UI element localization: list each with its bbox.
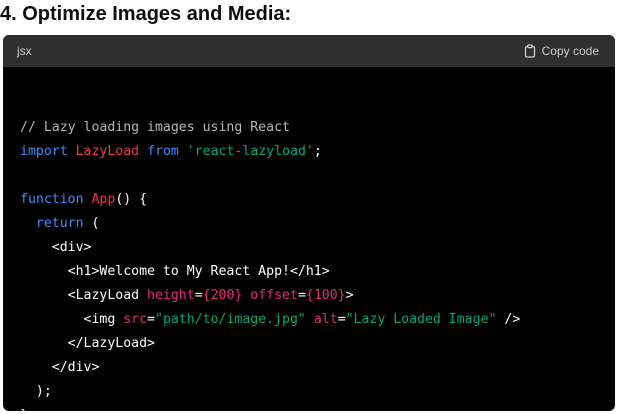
copy-code-label: Copy code [541,44,599,58]
code-line: <img src="path/to/image.jpg" alt="Lazy L… [20,308,615,332]
section-heading: 4. Optimize Images and Media: [0,3,292,25]
clipboard-icon [523,44,537,58]
code-content: // Lazy loading images using React import… [3,67,615,411]
code-block: jsx Copy code // Lazy loading images usi… [3,35,615,411]
code-token-comment: // Lazy loading images using React [20,120,290,135]
code-line: </div> [20,356,615,380]
code-token-keyword: function [20,192,84,207]
code-token-string: "path/to/image.jpg" [155,312,306,327]
code-token-plain: } [20,408,28,411]
code-token-plain: > [345,288,354,303]
code-token-plain: = [194,288,203,303]
code-token-plain: = [337,312,346,327]
code-block-header: jsx Copy code [3,35,615,67]
code-token-name: App [91,192,116,207]
code-line: <div> [20,236,615,260]
code-line: </LazyLoad> [20,332,615,356]
code-line: return ( [20,212,615,236]
code-token-plain: </div> [20,360,100,375]
code-token-keyword: return [35,216,84,231]
code-token-plain: = [147,312,155,327]
code-token-plain: ; [313,144,322,159]
code-token-attr: src [123,312,148,327]
copy-code-button[interactable]: Copy code [523,44,599,58]
code-token-plain: ); [20,384,52,399]
code-line: } [20,404,615,411]
code-token-string: "Lazy Loaded Image" [345,312,497,327]
code-token-plain: () { [115,192,148,207]
code-line: <LazyLoad height={200} offset={100}> [20,284,615,308]
code-token-plain: <h1>Welcome to My React App!</h1> [20,264,330,279]
code-language-label: jsx [17,44,32,58]
code-token-plain: </LazyLoad> [20,336,155,351]
code-token-plain: = [297,288,306,303]
code-token-attr: {100} [305,288,346,303]
code-line: import LazyLoad from 'react-lazyload'; [20,140,615,164]
code-token-name: LazyLoad [75,144,140,159]
code-line: ); [20,380,615,404]
code-token-string: 'react-lazyload' [186,144,314,159]
code-token-plain: <img [20,312,124,327]
code-token-attr: height [147,288,195,303]
code-line: function App() { [20,188,615,212]
code-token-keyword: from [147,144,179,159]
code-token-attr: {200} [202,288,243,303]
code-token-attr: alt [313,312,338,327]
code-token-plain: /> [496,312,521,327]
code-line: // Lazy loading images using React [20,116,615,140]
code-token-plain: ( [83,216,100,231]
code-token-plain: <LazyLoad [20,288,148,303]
code-line: <h1>Welcome to My React App!</h1> [20,260,615,284]
code-token-keyword: import [20,144,68,159]
code-token-plain: <div> [20,240,92,255]
code-token-attr: offset [250,288,298,303]
